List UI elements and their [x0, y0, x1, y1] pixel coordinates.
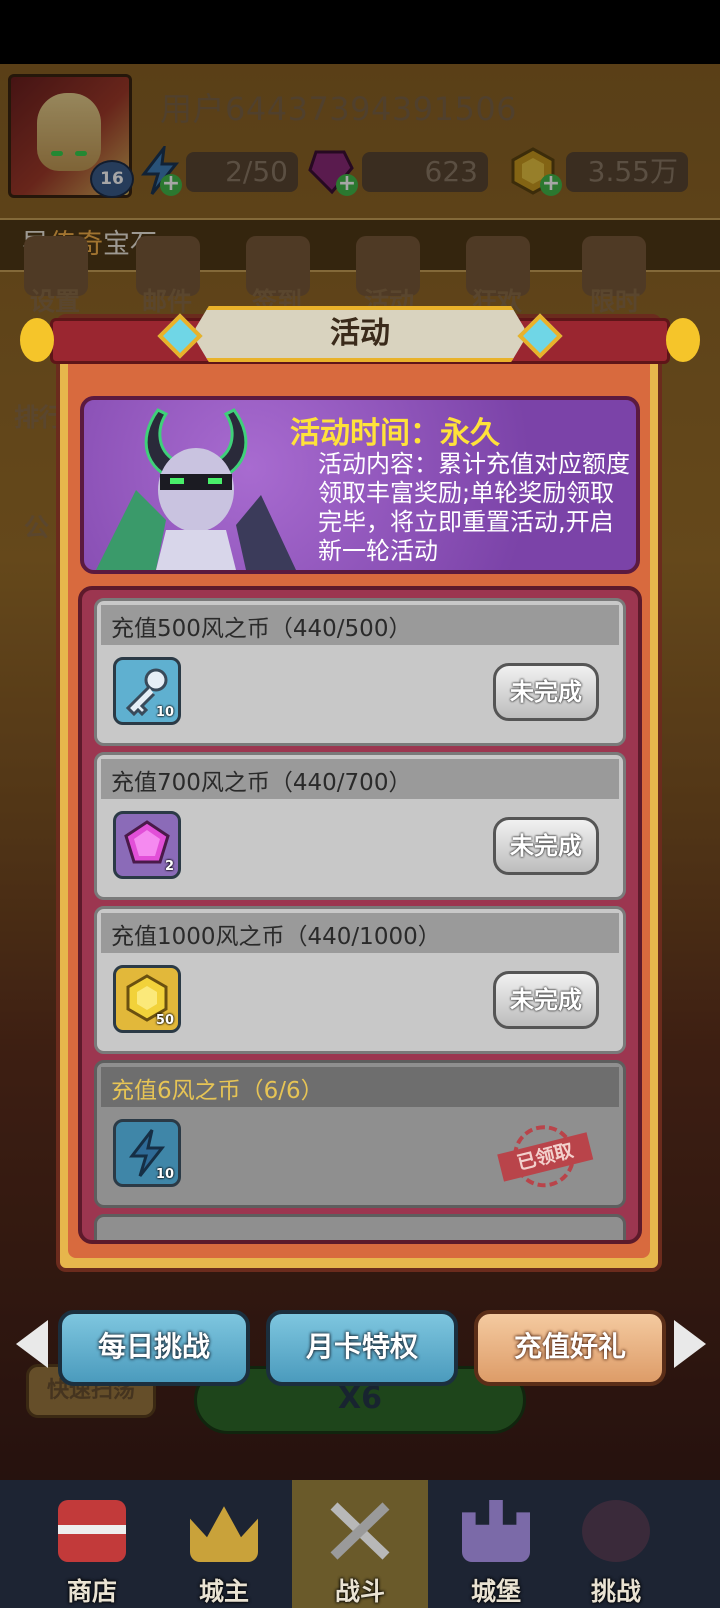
task-row: 充值500风之币（440/500） 10 未完成: [94, 598, 626, 746]
reward-count: 50: [155, 1013, 174, 1028]
purple-gem-icon[interactable]: 2: [113, 811, 181, 879]
castle-icon: [462, 1500, 530, 1562]
task-title: 充值6风之币（6/6）: [111, 1078, 324, 1104]
shop-icon: [58, 1500, 126, 1562]
tab-prev-arrow-icon[interactable]: [16, 1320, 48, 1368]
modal-title: 活动: [330, 316, 390, 351]
crown-icon: [190, 1506, 258, 1562]
nav-lord[interactable]: 城主: [156, 1480, 292, 1608]
nav-castle-label: 城堡: [470, 1577, 521, 1606]
task-row: [94, 1214, 626, 1240]
nav-challenge-label: 挑战: [590, 1577, 641, 1606]
incomplete-button[interactable]: 未完成: [493, 817, 599, 875]
nav-lord-label: 城主: [198, 1577, 249, 1606]
reward-count: 10: [155, 705, 174, 720]
tab-next-arrow-icon[interactable]: [674, 1320, 706, 1368]
task-list[interactable]: 充值500风之币（440/500） 10 未完成 充值700风之币（440/70…: [78, 586, 642, 1244]
activity-description: 活动内容：累计充值对应额度领取丰富奖励;单轮奖励领取完毕，将立即重置活动,开启新…: [318, 450, 630, 565]
reward-count: 2: [164, 859, 174, 874]
nav-castle[interactable]: 城堡: [428, 1480, 564, 1608]
key-icon[interactable]: 10: [113, 657, 181, 725]
demon-hunter-character-art: [96, 400, 296, 570]
task-row: 充值1000风之币（440/1000） 50 未完成: [94, 906, 626, 1054]
claimed-stamp: 已领取: [493, 1115, 597, 1197]
header-cap-right: [666, 318, 700, 362]
status-bar: [0, 0, 720, 64]
task-row: 充值6风之币（6/6） 10 已领取: [94, 1060, 626, 1208]
gold-coin-icon[interactable]: 50: [113, 965, 181, 1033]
tab-daily-challenge[interactable]: 每日挑战: [58, 1310, 250, 1386]
tab-recharge-gift[interactable]: 充值好礼: [474, 1310, 666, 1386]
header-cap-left: [20, 318, 54, 362]
nav-battle-label: 战斗: [334, 1577, 385, 1606]
task-title: 充值700风之币（440/700）: [111, 770, 412, 796]
nav-shop-label: 商店: [66, 1577, 117, 1606]
activity-time: 活动时间：永久: [290, 416, 500, 451]
nav-battle[interactable]: 战斗: [292, 1480, 428, 1608]
task-row: 充值700风之币（440/700） 2 未完成: [94, 752, 626, 900]
demon-face-icon: [582, 1500, 650, 1562]
nav-shop[interactable]: 商店: [24, 1480, 160, 1608]
crossed-swords-icon: [326, 1500, 394, 1562]
tab-monthly-card[interactable]: 月卡特权: [266, 1310, 458, 1386]
energy-icon[interactable]: 10: [113, 1119, 181, 1187]
incomplete-button[interactable]: 未完成: [493, 971, 599, 1029]
reward-count: 10: [155, 1167, 174, 1182]
task-title: 充值500风之币（440/500）: [111, 616, 412, 642]
incomplete-button[interactable]: 未完成: [493, 663, 599, 721]
nav-challenge[interactable]: 挑战: [548, 1480, 684, 1608]
task-title: 充值1000风之币（440/1000）: [111, 924, 441, 950]
